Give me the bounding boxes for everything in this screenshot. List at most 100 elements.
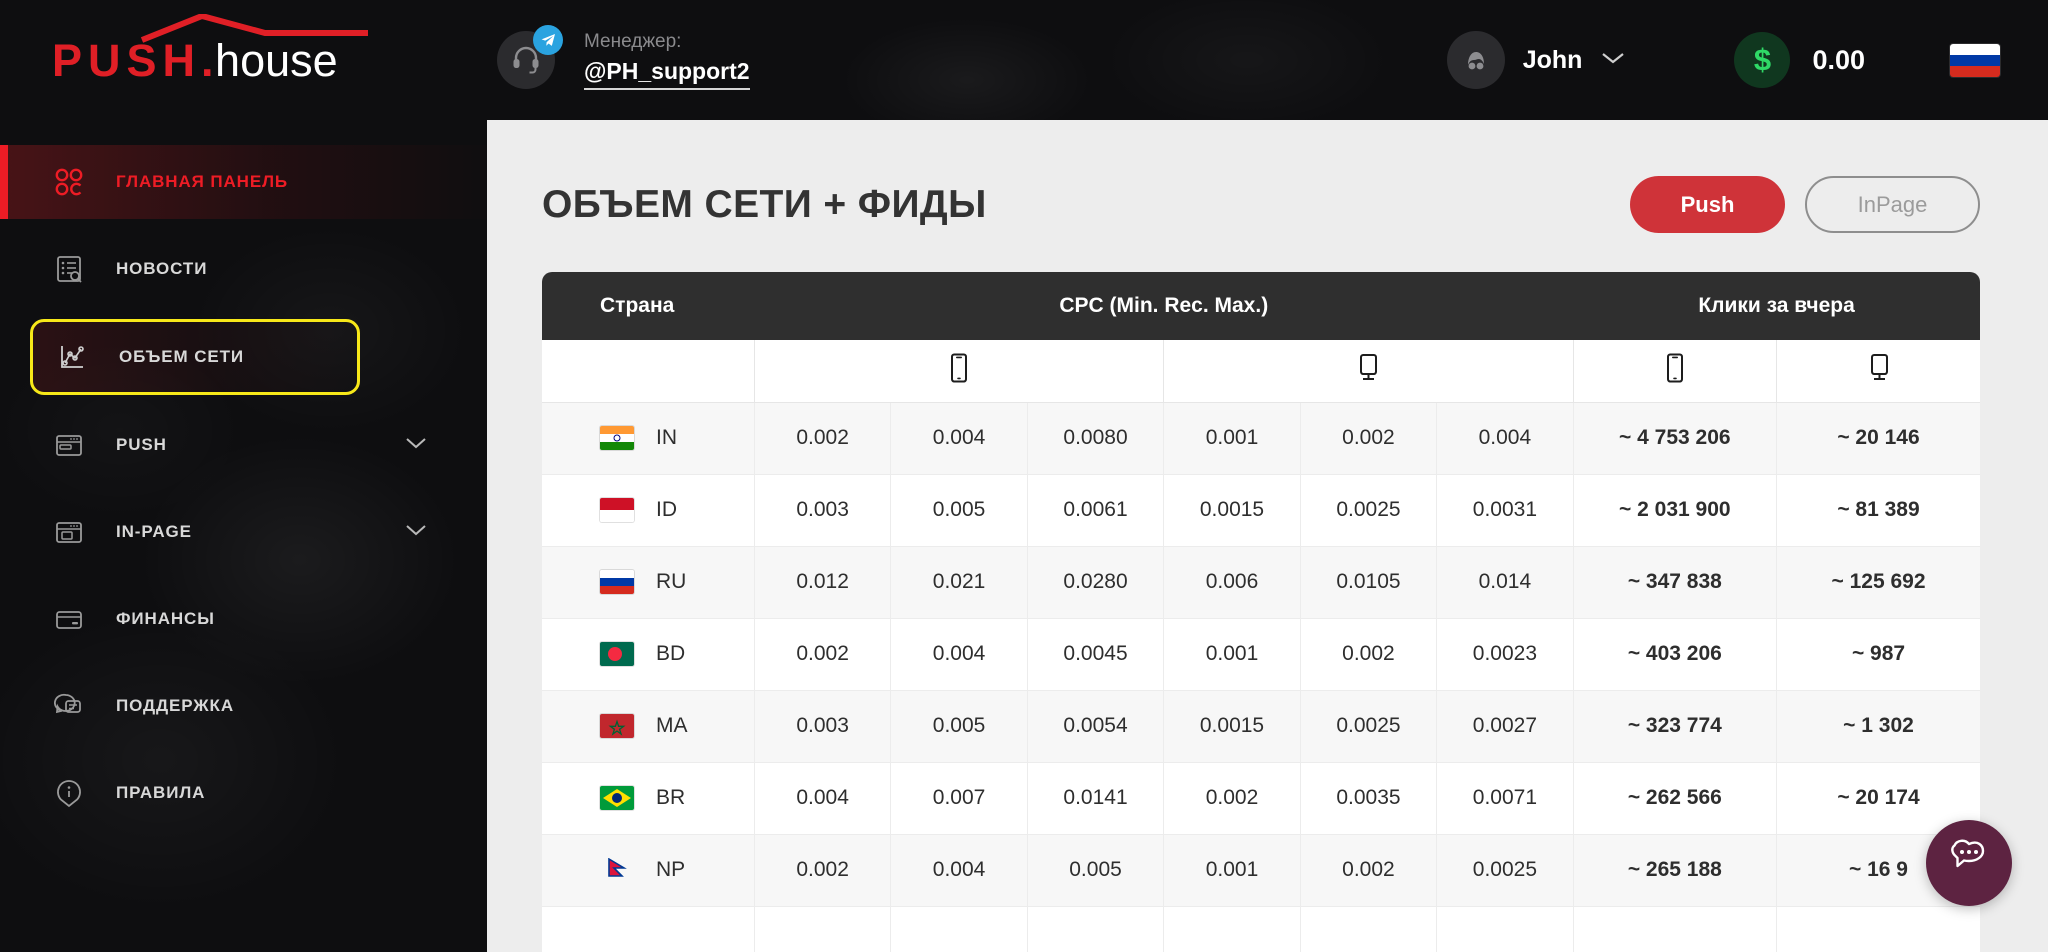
flag-ru-icon [600,570,634,594]
cell-clicks-desktop: ~ 81 389 [1776,474,1980,547]
mobile-icon [1664,353,1686,387]
cell-cpc-desktop-rec: 0.0035 [1300,762,1438,835]
table-group-header: Страна CPC (Min. Rec. Max.) Клики за вче… [542,272,1980,340]
language-selector[interactable] [1950,43,2000,77]
sidebar-item-network-volume[interactable]: ОБЪЕМ СЕТИ [30,319,360,395]
tab-inpage[interactable]: InPage [1805,176,1980,233]
country-code: BD [656,642,686,665]
chat-widget-button[interactable] [1926,820,2012,906]
country-code: MA [656,714,688,737]
sidebar-item-news[interactable]: НОВОСТИ [0,232,487,306]
cell-cpc-mobile-min: 0.003 [754,690,892,763]
cell-cpc-mobile-rec: 0.004 [890,618,1028,691]
cell-country: NP [542,834,755,907]
cell-cpc-mobile-min: 0.002 [754,402,892,475]
sidebar-nav: ГЛАВНАЯ ПАНЕЛЬ НОВОСТИ ОБЪЕМ СЕТИ PUSH I… [0,145,487,830]
country-code: BR [656,786,686,809]
user-menu[interactable]: John [1446,31,1627,89]
cell-clicks-desktop: ~ 20 146 [1776,402,1980,475]
table-subheader-row [542,340,1980,403]
cell-cpc-desktop-min: 0.001 [1163,834,1301,907]
cell-country: ID [542,474,755,547]
main-content: ОБЪЕМ СЕТИ + ФИДЫ Push InPage Страна CPC… [487,0,2048,952]
cell-clicks-desktop: ~ 125 692 [1776,546,1980,619]
cell-cpc-mobile-rec: 0.004 [890,834,1028,907]
grid-dots-icon [52,165,86,199]
chevron-down-icon[interactable] [405,435,427,455]
cell-country: BR [542,762,755,835]
credit-card-icon [52,602,86,636]
cell-cpc-desktop-min: 0.001 [1163,618,1301,691]
balance-amount: 0.00 [1812,44,1865,75]
sidebar-item-inpage[interactable]: IN-PAGE [0,495,487,569]
cell-cpc-mobile-rec: 0.021 [890,546,1028,619]
manager-handle-link[interactable]: @PH_support2 [584,58,750,90]
sidebar: PUSH.house ГЛАВНАЯ ПАНЕЛЬ НОВОСТИ ОБЪЕМ … [0,0,487,952]
app-root: PUSH.house ГЛАВНАЯ ПАНЕЛЬ НОВОСТИ ОБЪЕМ … [0,0,2048,952]
subheader-clicks-desktop [1776,340,1980,403]
cell-cpc-desktop-max: 0.0023 [1436,618,1574,691]
browser-inpage-icon [52,515,86,549]
col-header-clicks: Клики за вчера [1573,272,1980,340]
user-name: John [1522,45,1583,74]
table-row[interactable]: ID 0.003 0.005 0.0061 0.0015 0.0025 0.00… [542,474,1980,547]
table-row[interactable] [542,906,1980,952]
table-row[interactable]: IN 0.002 0.004 0.0080 0.001 0.002 0.004 … [542,402,1980,475]
cell-cpc-desktop-max: 0.004 [1436,402,1574,475]
cell-cpc-desktop-rec: 0.0025 [1300,474,1438,547]
mobile-icon [948,353,970,387]
cell-cpc-desktop-min: 0.001 [1163,402,1301,475]
chat-support-icon [52,689,86,723]
cell-clicks-mobile: ~ 4 753 206 [1573,402,1778,475]
sidebar-item-label: ПОДДЕРЖКА [116,696,235,715]
cell-clicks-mobile: ~ 262 566 [1573,762,1778,835]
table-row[interactable]: RU 0.012 0.021 0.0280 0.006 0.0105 0.014… [542,546,1980,619]
sidebar-item-label: PUSH [116,435,167,454]
sidebar-item-label: ГЛАВНАЯ ПАНЕЛЬ [116,172,289,191]
sidebar-item-push[interactable]: PUSH [0,408,487,482]
table-row[interactable]: NP 0.002 0.004 0.005 0.001 0.002 0.0025 … [542,834,1980,907]
sidebar-item-rules[interactable]: ПРАВИЛА [0,756,487,830]
cell-cpc-desktop-rec: 0.0025 [1300,690,1438,763]
cell-cpc-mobile-max: 0.005 [1027,834,1165,907]
cell-cpc-mobile-max: 0.0045 [1027,618,1165,691]
balance-block[interactable]: $ 0.00 [1734,32,1865,88]
sidebar-item-support[interactable]: ПОДДЕРЖКА [0,669,487,743]
flag-bd-icon [600,642,634,666]
cell-cpc-desktop-max: 0.0027 [1436,690,1574,763]
cell-cpc-desktop-min: 0.0015 [1163,474,1301,547]
cell-cpc-mobile-max: 0.0061 [1027,474,1165,547]
tab-push[interactable]: Push [1630,176,1785,233]
sidebar-item-dashboard[interactable]: ГЛАВНАЯ ПАНЕЛЬ [0,145,487,219]
cell-cpc-mobile-rec: 0.004 [890,402,1028,475]
manager-block: Менеджер: @PH_support2 [497,25,750,90]
subheader-cpc-mobile [754,340,1165,403]
manager-label: Менеджер: [584,31,682,53]
table-row[interactable]: MA 0.003 0.005 0.0054 0.0015 0.0025 0.00… [542,690,1980,763]
cell-clicks-mobile: ~ 323 774 [1573,690,1778,763]
telegram-icon[interactable] [533,25,563,55]
cell-cpc-desktop-min: 0.002 [1163,762,1301,835]
cell-country: MA [542,690,755,763]
table-row[interactable]: BR 0.004 0.007 0.0141 0.002 0.0035 0.007… [542,762,1980,835]
cell-country: IN [542,402,755,475]
country-code: ID [656,498,677,521]
dollar-icon: $ [1734,32,1791,88]
table-row[interactable]: BD 0.002 0.004 0.0045 0.001 0.002 0.0023… [542,618,1980,691]
country-code: IN [656,426,677,449]
logo[interactable]: PUSH.house [0,0,487,120]
flag-br-icon [600,786,634,810]
subheader-blank [542,340,755,403]
cell-cpc-mobile-rec: 0.005 [890,474,1028,547]
sidebar-item-finances[interactable]: ФИНАНСЫ [0,582,487,656]
cell-cpc-mobile-rec: 0.005 [890,690,1028,763]
chevron-down-icon[interactable] [1600,50,1626,71]
cell-clicks-desktop: ~ 987 [1776,618,1980,691]
chevron-down-icon[interactable] [405,522,427,542]
cell-cpc-mobile-rec: 0.007 [890,762,1028,835]
col-header-cpc: CPC (Min. Rec. Max.) [754,272,1574,340]
